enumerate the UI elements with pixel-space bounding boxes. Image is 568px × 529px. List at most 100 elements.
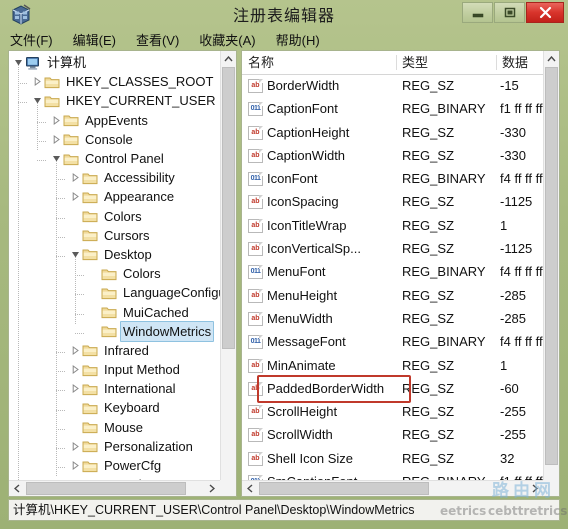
tree-expander-placeholder: [89, 307, 100, 318]
tree-guide-elbow: [56, 467, 65, 469]
column-header-name[interactable]: 名称: [242, 51, 396, 74]
folder-icon: [63, 152, 79, 166]
tree-item-desktop[interactable]: Desktop: [9, 245, 221, 264]
menu-file[interactable]: 文件(F): [10, 30, 53, 49]
list-vertical-scrollbar[interactable]: [543, 51, 559, 496]
tree-item-windowmetrics[interactable]: WindowMetrics: [9, 320, 221, 342]
value-row[interactable]: ab CaptionWidth REG_SZ -330: [242, 145, 544, 168]
tree-item-powercfg[interactable]: PowerCfg: [9, 456, 221, 475]
minimize-button[interactable]: [462, 2, 493, 23]
menu-favorites[interactable]: 收藏夹(A): [199, 30, 255, 49]
list-scroll-corner: [543, 480, 559, 496]
tree-item-input-method[interactable]: Input Method: [9, 360, 221, 379]
tree-item-cursors[interactable]: Cursors: [9, 226, 221, 245]
tree-item-colors[interactable]: Colors: [9, 207, 221, 226]
tree-expander-placeholder: [70, 422, 81, 433]
value-row[interactable]: ab ScrollWidth REG_SZ -255: [242, 424, 544, 447]
tree-item-keyboard[interactable]: Keyboard: [9, 398, 221, 417]
value-row[interactable]: ab MenuHeight REG_SZ -285: [242, 285, 544, 308]
column-header-data[interactable]: 数据: [496, 51, 544, 74]
chevron-right-icon[interactable]: [32, 76, 43, 87]
value-name: CaptionFont: [267, 101, 338, 117]
tree-guide-line: [56, 160, 57, 478]
folder-icon: [82, 420, 98, 434]
tree-guide-elbow: [56, 428, 65, 430]
value-row[interactable]: ab Shell Icon Size REG_SZ 32: [242, 448, 544, 471]
tree-item-muicached[interactable]: MuiCached: [9, 302, 221, 321]
value-name: MinAnimate: [267, 357, 336, 373]
tree-item-hkey-classes-root[interactable]: HKEY_CLASSES_ROOT: [9, 72, 221, 91]
value-row[interactable]: 011 CaptionFont REG_BINARY f1 ff ff ff: [242, 98, 544, 121]
maximize-button[interactable]: [494, 2, 525, 23]
chevron-right-icon[interactable]: [70, 191, 81, 202]
registry-values-pane[interactable]: 名称 类型 数据 ab BorderWidth REG_SZ -15 011 Captio…: [241, 50, 560, 497]
close-button[interactable]: [526, 2, 564, 23]
tree-item-mouse[interactable]: Mouse: [9, 418, 221, 437]
value-icon-wrap: ab: [248, 79, 263, 93]
tree-item-[interactable]: 计算机: [9, 53, 221, 72]
list-scroll-up-icon[interactable]: [544, 51, 559, 67]
tree-item-appevents[interactable]: AppEvents: [9, 111, 221, 130]
value-row[interactable]: 011 MessageFont REG_BINARY f4 ff ff ff: [242, 331, 544, 354]
value-row[interactable]: 011 MenuFont REG_BINARY f4 ff ff ff: [242, 261, 544, 284]
chevron-right-icon[interactable]: [70, 441, 81, 452]
tree-item-languageconfiguration[interactable]: LanguageConfiguration: [9, 283, 221, 302]
value-row[interactable]: ab IconTitleWrap REG_SZ 1: [242, 215, 544, 238]
list-scrollbar-thumb[interactable]: [545, 67, 558, 465]
title-bar[interactable]: 注册表编辑器: [0, 0, 568, 28]
list-scroll-right-icon[interactable]: [527, 481, 543, 496]
value-row[interactable]: ab IconSpacing REG_SZ -1125: [242, 191, 544, 214]
value-type: REG_SZ: [402, 357, 455, 373]
tree-item-label: Appearance: [104, 189, 175, 205]
registry-tree-pane[interactable]: 计算机 HKEY_CLASSES_ROOT HKEY_CURRENT_USER App…: [8, 50, 237, 497]
tree-scroll-right-icon[interactable]: [204, 481, 220, 496]
menu-help[interactable]: 帮助(H): [276, 30, 320, 49]
value-name: ScrollWidth: [267, 427, 333, 443]
chevron-right-icon[interactable]: [70, 172, 81, 183]
folder-icon: [82, 190, 98, 204]
tree-item-international[interactable]: International: [9, 379, 221, 398]
tree-item-personalization[interactable]: Personalization: [9, 437, 221, 456]
tree-item-console[interactable]: Console: [9, 130, 221, 149]
value-row[interactable]: 011 IconFont REG_BINARY f4 ff ff ff: [242, 168, 544, 191]
menu-view[interactable]: 查看(V): [136, 30, 179, 49]
tree-item-hkey-current-user[interactable]: HKEY_CURRENT_USER: [9, 91, 221, 110]
tree-item-infrared[interactable]: Infrared: [9, 341, 221, 360]
folder-icon: [101, 324, 117, 338]
chevron-right-icon[interactable]: [51, 115, 62, 126]
tree-item-appearance[interactable]: Appearance: [9, 187, 221, 206]
value-row[interactable]: ab PaddedBorderWidth REG_SZ -60: [242, 378, 544, 401]
computer-icon: [25, 56, 41, 70]
column-header-type[interactable]: 类型: [396, 51, 496, 74]
tree-item-control-panel[interactable]: Control Panel: [9, 149, 221, 168]
chevron-right-icon[interactable]: [70, 345, 81, 356]
value-name: Shell Icon Size: [267, 450, 353, 466]
value-row[interactable]: ab BorderWidth REG_SZ -15: [242, 75, 544, 98]
value-icon-wrap: 011: [248, 172, 263, 187]
value-row[interactable]: ab MinAnimate REG_SZ 1: [242, 355, 544, 378]
chevron-right-icon[interactable]: [70, 460, 81, 471]
value-type: REG_SZ: [402, 310, 455, 326]
list-horizontal-scrollbar[interactable]: [242, 480, 543, 496]
value-row[interactable]: ab MenuWidth REG_SZ -285: [242, 308, 544, 331]
value-row[interactable]: ab IconVerticalSp... REG_SZ -1125: [242, 238, 544, 261]
tree-item-accessibility[interactable]: Accessibility: [9, 168, 221, 187]
tree-item-colors[interactable]: Colors: [9, 264, 221, 283]
tree-scroll-up-icon[interactable]: [221, 51, 236, 67]
value-row[interactable]: ab ScrollHeight REG_SZ -255: [242, 401, 544, 424]
tree-scrollbar-thumb[interactable]: [222, 67, 235, 349]
chevron-right-icon[interactable]: [51, 134, 62, 145]
tree-hscrollbar-thumb[interactable]: [26, 482, 186, 495]
value-row[interactable]: ab CaptionHeight REG_SZ -330: [242, 122, 544, 145]
list-hscrollbar-thumb[interactable]: [259, 482, 429, 495]
tree-vertical-scrollbar[interactable]: [220, 51, 236, 496]
tree-horizontal-scrollbar[interactable]: [9, 480, 220, 496]
menu-edit[interactable]: 编辑(E): [73, 30, 116, 49]
menu-bar: 文件(F) 编辑(E) 查看(V) 收藏夹(A) 帮助(H): [0, 28, 568, 50]
list-scroll-left-icon[interactable]: [242, 481, 258, 496]
value-data: -255: [500, 427, 527, 443]
chevron-right-icon[interactable]: [70, 364, 81, 375]
folder-icon: [82, 382, 98, 396]
tree-scroll-left-icon[interactable]: [9, 481, 25, 496]
chevron-right-icon[interactable]: [70, 383, 81, 394]
